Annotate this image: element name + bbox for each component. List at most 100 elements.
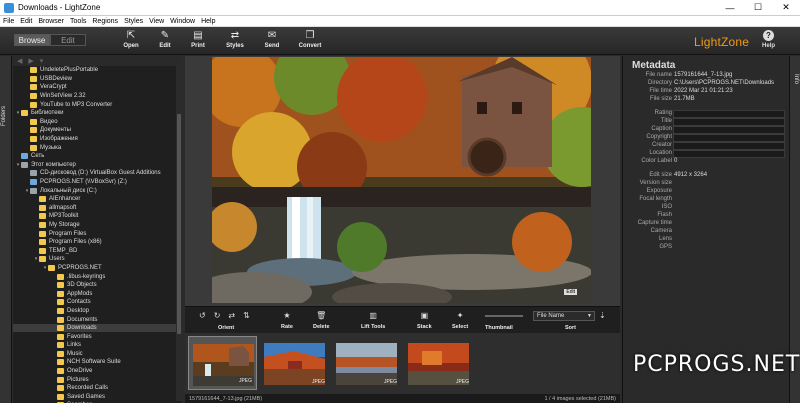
metadata-field[interactable] bbox=[673, 126, 785, 134]
tree-item[interactable]: Music bbox=[13, 350, 182, 359]
tree-item[interactable]: Contacts bbox=[13, 298, 182, 307]
menu-tools[interactable]: Tools bbox=[67, 18, 89, 25]
tree-item[interactable]: Downloads bbox=[13, 323, 182, 333]
sort-order-button[interactable]: ⇣ bbox=[599, 311, 606, 321]
tree-item[interactable]: ▾ Библиотеки bbox=[13, 109, 182, 118]
print-button[interactable]: ▤ Print bbox=[180, 30, 216, 49]
forward-arrow-icon[interactable]: ▶ bbox=[28, 57, 33, 65]
tree-item[interactable]: ▾ Users bbox=[13, 255, 182, 264]
tree-item[interactable]: Links bbox=[13, 341, 182, 350]
thumbnail-size-slider[interactable] bbox=[485, 315, 523, 317]
menu-browser[interactable]: Browser bbox=[35, 18, 67, 25]
tree-item[interactable]: 3D Objects bbox=[13, 281, 182, 290]
status-bar: 1579161644_7-13.jpg (21MB) 1 / 4 images … bbox=[185, 394, 620, 403]
open-button[interactable]: ⇱ Open bbox=[113, 30, 149, 49]
tree-scroll-thumb[interactable] bbox=[177, 114, 181, 334]
tree-item[interactable]: MP3Toolkit bbox=[13, 212, 182, 221]
tree-item[interactable]: AppMods bbox=[13, 289, 182, 298]
stack-button[interactable]: ▣ Stack bbox=[417, 311, 432, 330]
tree-item[interactable]: Favorites bbox=[13, 332, 182, 341]
tree-item[interactable]: NCH Software Suite bbox=[13, 358, 182, 367]
metadata-field[interactable] bbox=[673, 110, 785, 118]
metadata-field[interactable] bbox=[673, 134, 785, 142]
metadata-key: Location bbox=[649, 150, 672, 156]
thumbnail-item[interactable]: JPEG bbox=[404, 336, 473, 390]
tree-item[interactable]: Видео bbox=[13, 118, 182, 127]
back-arrow-icon[interactable]: ◀ bbox=[17, 57, 22, 65]
history-dropdown-icon[interactable]: ▾ bbox=[40, 57, 44, 65]
tree-item[interactable]: Изображения bbox=[13, 135, 182, 144]
image-preview[interactable]: Edit bbox=[212, 57, 591, 303]
tree-item[interactable]: Документы bbox=[13, 126, 182, 135]
thumbnail-item[interactable]: JPEG bbox=[332, 336, 401, 390]
rate-button[interactable]: ★ Rate bbox=[281, 311, 293, 330]
tab-browse[interactable]: Browse bbox=[14, 34, 50, 46]
tree-item[interactable]: .libus-keyrings bbox=[13, 272, 182, 281]
menu-styles[interactable]: Styles bbox=[121, 18, 146, 25]
tree-item-label: Documents bbox=[67, 316, 98, 323]
thumbnail-item[interactable]: JPEG bbox=[188, 336, 257, 390]
tree-item[interactable]: YouTube to MP3 Converter bbox=[13, 100, 182, 109]
tree-item[interactable]: Recorded Calls bbox=[13, 384, 182, 393]
tree-item[interactable]: TEMP_BD bbox=[13, 246, 182, 255]
tree-item-label: VeraCrypt bbox=[40, 84, 67, 91]
flip-horizontal-icon[interactable]: ⇄ bbox=[228, 311, 235, 320]
flip-vertical-icon[interactable]: ⇅ bbox=[243, 311, 250, 320]
metadata-key: Copyright bbox=[646, 134, 672, 140]
tree-item[interactable]: UndeletePlusPortable bbox=[13, 66, 182, 75]
metadata-field[interactable] bbox=[673, 142, 785, 150]
menu-window[interactable]: Window bbox=[167, 18, 198, 25]
tree-item-label: Локальный диск (C:) bbox=[40, 187, 97, 194]
maximize-button[interactable]: ☐ bbox=[744, 0, 772, 16]
tree-item[interactable]: CD-дисковод (D:) VirtualBox Guest Additi… bbox=[13, 169, 182, 178]
folder-tree: ◀ ▶ ▾ UndeletePlusPortable USBDeview VeraC… bbox=[13, 56, 182, 403]
tree-item[interactable]: VeraCrypt bbox=[13, 83, 182, 92]
tree-item[interactable]: Program Files (x86) bbox=[13, 238, 182, 247]
tree-item[interactable]: allmapsoft bbox=[13, 204, 182, 213]
tree-item[interactable]: Saved Games bbox=[13, 393, 182, 402]
tree-item[interactable]: OneDrive bbox=[13, 367, 182, 376]
menu-view[interactable]: View bbox=[146, 18, 167, 25]
tree-item[interactable]: AIEnhancer bbox=[13, 195, 182, 204]
lift-tools-button[interactable]: ▥ Lift Tools bbox=[361, 311, 385, 330]
rotate-right-icon[interactable]: ↻ bbox=[214, 311, 221, 320]
tree-item[interactable]: ▾ Этот компьютер bbox=[13, 161, 182, 170]
tree-item[interactable]: Documents bbox=[13, 315, 182, 324]
sort-select[interactable]: File Name ▼ bbox=[533, 311, 595, 321]
rotate-left-icon[interactable]: ↺ bbox=[199, 311, 206, 320]
close-button[interactable]: ✕ bbox=[772, 0, 800, 16]
help-button[interactable]: ? Help bbox=[762, 30, 775, 49]
tree-item[interactable]: Program Files bbox=[13, 229, 182, 238]
delete-button[interactable]: 🗑 Delete bbox=[313, 311, 330, 330]
minimize-button[interactable]: — bbox=[716, 0, 744, 16]
tree-item[interactable]: ▾ Локальный диск (C:) bbox=[13, 186, 182, 195]
menu-regions[interactable]: Regions bbox=[89, 18, 121, 25]
edit-button[interactable]: ✎ Edit bbox=[147, 30, 183, 49]
tree-item[interactable]: Сеть bbox=[13, 152, 182, 161]
menu-edit[interactable]: Edit bbox=[17, 18, 35, 25]
tree-item[interactable]: PCPROGS.NET (\\VBoxSvr) (Z:) bbox=[13, 178, 182, 187]
metadata-value: 1579161644_7-13.jpg bbox=[674, 72, 733, 78]
metadata-field[interactable] bbox=[673, 150, 785, 158]
tree-item[interactable]: ▾ PCPROGS.NET bbox=[13, 264, 182, 273]
tree-item[interactable]: Pictures bbox=[13, 375, 182, 384]
send-button[interactable]: ✉ Send bbox=[254, 30, 290, 49]
thumbnail-format: JPEG bbox=[455, 379, 469, 385]
tree-item[interactable]: Музыка bbox=[13, 143, 182, 152]
menu-file[interactable]: File bbox=[0, 18, 17, 25]
metadata-field[interactable] bbox=[673, 118, 785, 126]
select-button[interactable]: ✦ Select bbox=[452, 311, 468, 330]
thumbnail-item[interactable]: JPEG bbox=[260, 336, 329, 390]
tree-item[interactable]: Desktop bbox=[13, 307, 182, 316]
tree-item[interactable]: WinSetView 2.32 bbox=[13, 92, 182, 101]
info-tab[interactable]: Info bbox=[789, 56, 800, 403]
styles-button[interactable]: ⇄ Styles bbox=[217, 30, 253, 49]
tree-scrollbar[interactable] bbox=[176, 66, 182, 401]
convert-button[interactable]: ❐ Convert bbox=[292, 30, 328, 49]
tree-item[interactable]: My Storage bbox=[13, 221, 182, 230]
folders-tab[interactable]: Folders bbox=[0, 56, 12, 403]
menu-help[interactable]: Help bbox=[198, 18, 218, 25]
tree-item[interactable]: USBDeview bbox=[13, 75, 182, 84]
tab-edit[interactable]: Edit bbox=[50, 34, 86, 46]
folder-icon bbox=[57, 325, 64, 332]
